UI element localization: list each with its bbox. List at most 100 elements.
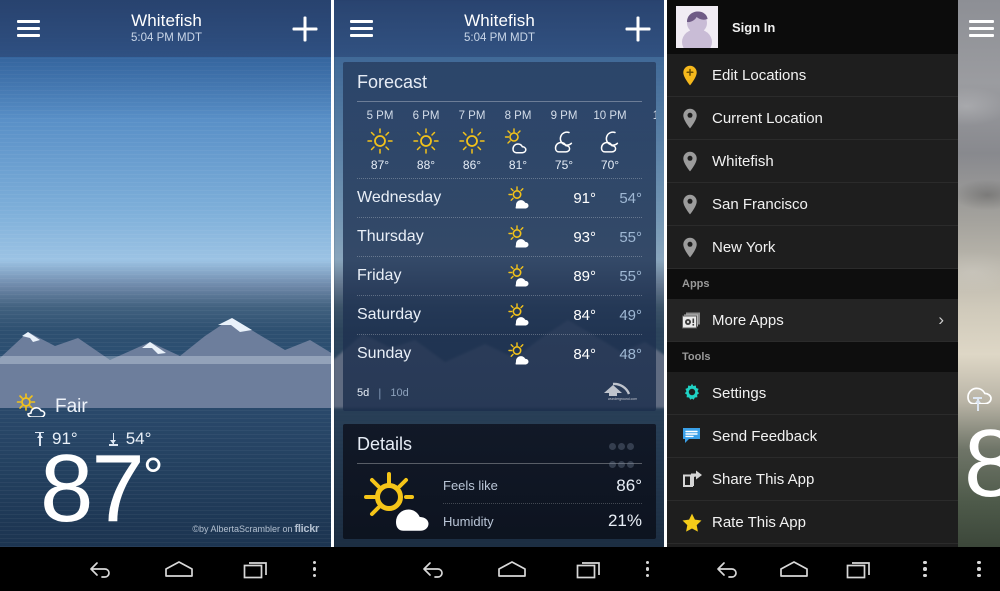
day-name: Sunday xyxy=(357,345,412,362)
sidebar-item-whitefish[interactable]: Whitefish xyxy=(666,140,958,183)
sidebar-item-edit-locations[interactable]: Edit Locations xyxy=(666,54,958,97)
back-arrow-icon[interactable] xyxy=(63,547,141,591)
share-icon xyxy=(682,470,712,488)
hour-temp: 75° xyxy=(554,158,574,172)
sidebar-item-label: Edit Locations xyxy=(712,66,807,84)
hourly-item[interactable]: 5 PM 87° xyxy=(357,110,403,172)
sun-behind-cloud-icon xyxy=(357,468,443,538)
sidebar-item-new-york[interactable]: New York xyxy=(666,226,958,269)
overflow-menu-icon[interactable] xyxy=(296,547,333,591)
overflow-menu-icon[interactable] xyxy=(892,547,958,591)
sign-in-row[interactable]: Sign In xyxy=(666,0,958,54)
temperature-value: 87 xyxy=(40,434,145,542)
hamburger-icon[interactable] xyxy=(0,0,56,57)
condition-line: Fair xyxy=(16,392,317,422)
hourly-item-clipped[interactable]: 1 xyxy=(633,110,656,172)
range-5d-button[interactable]: 5d xyxy=(357,387,369,399)
table-row[interactable]: Sunday 84° 48° xyxy=(357,334,642,373)
detail-value: 86° xyxy=(616,475,642,495)
plus-icon[interactable] xyxy=(277,0,333,57)
table-row[interactable]: Wednesday 91° 54° xyxy=(357,178,642,217)
hamburger-icon[interactable] xyxy=(333,0,389,57)
overflow-menu-icon[interactable] xyxy=(958,547,1000,591)
hour-temp: 87° xyxy=(370,158,390,172)
detail-label: Feels like xyxy=(443,478,498,493)
home-icon[interactable] xyxy=(140,547,218,591)
recents-icon[interactable] xyxy=(551,547,629,591)
action-bar: Whitefish 5:04 PM MDT xyxy=(0,0,333,57)
action-bar-2: Whitefish 5:04 PM MDT xyxy=(333,0,666,57)
sidebar-item-current-location[interactable]: Current Location xyxy=(666,97,958,140)
android-nav-bar xyxy=(958,547,1000,591)
map-pin-icon xyxy=(682,237,712,258)
sidebar-item-settings[interactable]: Settings xyxy=(666,372,958,415)
sun-behind-cloud-icon xyxy=(494,342,550,366)
gear-icon xyxy=(682,383,712,403)
recents-icon[interactable] xyxy=(827,547,893,591)
hourly-item[interactable]: 6 PM 88° xyxy=(403,110,449,172)
avatar-placeholder xyxy=(676,6,718,48)
sidebar-item-rate-this-app[interactable]: Rate This App xyxy=(666,501,958,544)
hourly-item[interactable]: 9 PM 75° xyxy=(541,110,587,172)
day-low: 54° xyxy=(619,189,642,207)
back-arrow-icon[interactable] xyxy=(696,547,762,591)
hour-time: 7 PM xyxy=(458,110,486,122)
table-row[interactable]: Saturday 84° 49° xyxy=(357,295,642,334)
home-icon[interactable] xyxy=(473,547,551,591)
sidebar-item-label: More Apps xyxy=(712,311,784,329)
home-icon[interactable] xyxy=(761,547,827,591)
map-pin-plus-icon xyxy=(682,65,712,86)
page-title: Whitefish xyxy=(464,11,535,31)
hour-temp: 81° xyxy=(508,158,528,172)
photo-credit[interactable]: ©by AlbertaScrambler on flickr xyxy=(192,523,319,535)
sun-icon xyxy=(403,126,449,156)
sidebar-item-share-this-app[interactable]: Share This App xyxy=(666,458,958,501)
hour-time: 6 PM xyxy=(412,110,440,122)
sun-behind-cloud-icon xyxy=(494,303,550,327)
day-name: Friday xyxy=(357,267,402,284)
degree-symbol: ° xyxy=(142,447,164,506)
hamburger-icon[interactable] xyxy=(969,16,994,41)
hourly-item[interactable]: 8 PM 81° xyxy=(495,110,541,172)
moon-behind-cloud-icon xyxy=(587,126,633,156)
map-pin-icon xyxy=(682,194,712,215)
table-row[interactable]: Thursday 93° 55° xyxy=(357,217,642,256)
day-high: 93° xyxy=(573,228,596,246)
sidebar-item-send-feedback[interactable]: Send Feedback xyxy=(666,415,958,458)
hour-temp: 70° xyxy=(600,158,620,172)
day-high: 84° xyxy=(573,306,596,324)
detail-dots-decoration xyxy=(608,438,642,474)
day-low: 55° xyxy=(619,267,642,285)
sidebar-item-label: Share This App xyxy=(712,470,815,488)
sidebar-item-label: Whitefish xyxy=(712,152,774,170)
weather-underground-logo[interactable]: wunderground.com xyxy=(600,379,642,406)
recents-icon[interactable] xyxy=(218,547,296,591)
range-10d-button[interactable]: 10d xyxy=(390,387,408,399)
hourly-item[interactable]: 10 PM 70° xyxy=(587,110,633,172)
hourly-item[interactable]: 7 PM 86° xyxy=(449,110,495,172)
plus-icon[interactable] xyxy=(610,0,666,57)
table-row[interactable]: Friday 89° 55° xyxy=(357,256,642,295)
location-header: Whitefish 5:04 PM MDT xyxy=(56,12,277,45)
section-label: Tools xyxy=(682,351,711,363)
overflow-menu-icon[interactable] xyxy=(629,547,666,591)
hourly-forecast-strip[interactable]: 5 PM 87° 6 PM 88° 7 PM 86° 8 PM 81° 9 PM… xyxy=(343,102,656,178)
sidebar-item-label: New York xyxy=(712,238,776,256)
page-title: Whitefish xyxy=(131,11,202,31)
screenshot-root: Whitefish 5:04 PM MDT Fair 91° 54° 87° ©… xyxy=(0,0,1000,591)
sidebar-item-more-apps[interactable]: More Apps › xyxy=(666,299,958,342)
day-name: Saturday xyxy=(357,306,422,323)
hour-time: 10 PM xyxy=(593,110,627,122)
location-header-2: Whitefish 5:04 PM MDT xyxy=(389,12,610,45)
section-label: Apps xyxy=(682,278,710,290)
daily-forecast-list: Wednesday 91° 54° Thursday 93° 55° Frida… xyxy=(343,178,656,373)
current-conditions: Fair 91° 54° 87° xyxy=(0,392,333,542)
back-arrow-icon[interactable] xyxy=(396,547,474,591)
map-pin-icon xyxy=(682,151,712,172)
local-time: 5:04 PM MDT xyxy=(464,32,535,45)
android-nav-bar xyxy=(666,547,958,591)
details-card: Details Feels like 86° Humidity 21% xyxy=(343,424,656,539)
temperature-value: 8 xyxy=(964,410,1000,517)
sidebar-item-san-francisco[interactable]: San Francisco xyxy=(666,183,958,226)
map-pin-icon xyxy=(682,108,712,129)
